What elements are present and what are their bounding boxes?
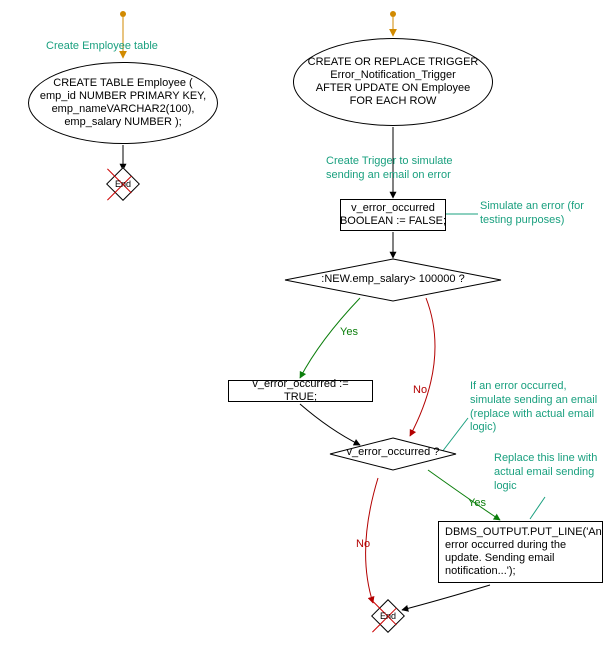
left-start-annotation: Create Employee table	[46, 40, 158, 54]
right-declare-annotation: Simulate an error (for testing purposes)	[480, 200, 584, 228]
right-output-box: DBMS_OUTPUT.PUT_LINE('An error occurred …	[438, 521, 603, 583]
right-cond1-label: :NEW.emp_salary> 100000 ?	[283, 260, 503, 300]
right-create-trigger-annotation: Create Trigger to simulate sending an em…	[326, 155, 453, 183]
right-cond1-diamond: :NEW.emp_salary> 100000 ?	[373, 260, 413, 300]
cond1-yes-label: Yes	[340, 326, 358, 338]
cond2-no-label: No	[356, 538, 370, 550]
ellipse-text: CREATE TABLE Employee ( emp_id NUMBER PR…	[40, 77, 206, 130]
cond1-no-label: No	[413, 384, 427, 396]
right-cond2-annotation: If an error occurred, simulate sending a…	[470, 380, 597, 435]
right-cond2-diamond: v_error_occurred ?	[378, 438, 408, 468]
cond2-yes-label: Yes	[468, 497, 486, 509]
right-cond2-label: v_error_occurred ?	[328, 438, 458, 468]
right-end-node: End	[376, 604, 400, 628]
flowchart-canvas: Create Employee table CREATE TABLE Emplo…	[0, 0, 613, 646]
right-trigger-ellipse: CREATE OR REPLACE TRIGGER Error_Notifica…	[293, 38, 493, 126]
ellipse-text: CREATE OR REPLACE TRIGGER Error_Notifica…	[308, 56, 479, 109]
left-end-label: End	[111, 172, 135, 196]
right-declare-box: v_error_occurred BOOLEAN := FALSE;	[340, 199, 446, 231]
right-set-true-box: v_error_occurred := TRUE;	[228, 380, 373, 402]
left-create-table-ellipse: CREATE TABLE Employee ( emp_id NUMBER PR…	[28, 62, 218, 144]
right-output-annotation: Replace this line with actual email send…	[494, 452, 597, 493]
right-end-label: End	[376, 604, 400, 628]
left-end-node: End	[111, 172, 135, 196]
